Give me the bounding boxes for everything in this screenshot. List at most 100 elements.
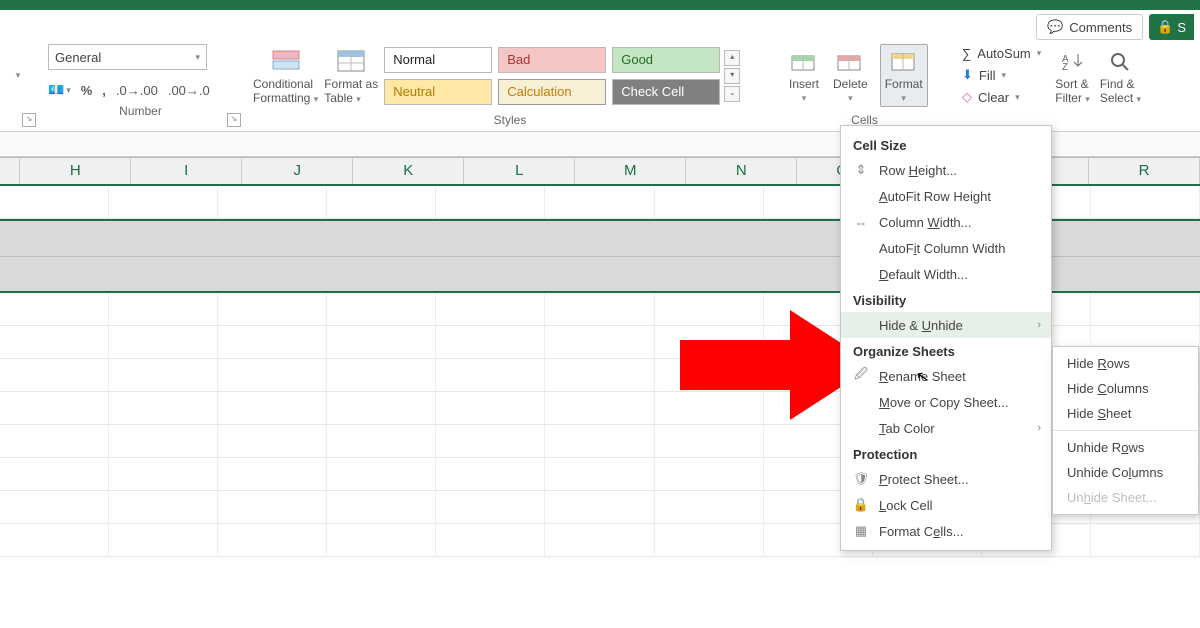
style-calculation[interactable]: Calculation — [498, 79, 606, 105]
col-header[interactable]: N — [686, 158, 797, 184]
styles-expand[interactable]: ⌄ — [724, 86, 740, 102]
increase-decimal-icon[interactable]: .0→.00 — [116, 83, 158, 98]
title-bar-strip — [0, 0, 1200, 10]
insert-cells-icon — [787, 47, 821, 75]
insert-button[interactable]: Insert▾ — [787, 47, 821, 104]
menu-lock-cell[interactable]: 🔒Lock Cell — [841, 492, 1051, 518]
style-neutral[interactable]: Neutral — [384, 79, 492, 105]
submenu-hide-sheet[interactable]: Hide Sheet — [1053, 401, 1198, 426]
group-label-number: Number — [48, 98, 233, 118]
format-dropdown-menu: Cell Size ⇕Row Height... AutoFit Row Hei… — [840, 125, 1052, 551]
group-number: General ▾ 💶▾ % , .0→.00 .00→.0 Number ↘ — [38, 42, 243, 131]
delete-button[interactable]: Delete▾ — [833, 47, 868, 104]
ribbon-overflow-icon[interactable]: ▾ — [16, 70, 21, 81]
cell-styles-gallery[interactable]: Normal Bad Good Neutral Calculation Chec… — [384, 47, 720, 105]
group-styles: ConditionalFormatting ▾ Format asTable ▾… — [243, 42, 777, 131]
chevron-down-icon: ▾ — [195, 52, 200, 63]
style-bad[interactable]: Bad — [498, 47, 606, 73]
menu-heading-protection: Protection — [841, 441, 1051, 466]
col-header[interactable]: R — [1089, 158, 1200, 184]
format-cells-icon — [887, 47, 921, 75]
menu-column-width[interactable]: ⇔Column Width... — [841, 209, 1051, 235]
submenu-unhide-rows[interactable]: Unhide Rows — [1053, 435, 1198, 460]
menu-rename-sheet[interactable]: 🖉Rename Sheet — [841, 363, 1051, 389]
group-editing: ∑AutoSum ▾ ⬇Fill ▾ ◇Clear ▾ AZ Sort &Fil… — [952, 42, 1192, 131]
delete-cells-icon — [833, 47, 867, 75]
menu-move-copy[interactable]: Move or Copy Sheet... — [841, 389, 1051, 415]
col-width-icon: ⇔ — [853, 214, 869, 230]
share-icon: 🔒 — [1157, 19, 1173, 35]
hide-unhide-submenu: Hide Rows Hide Columns Hide Sheet Unhide… — [1052, 346, 1199, 515]
comment-icon: 💬 — [1047, 19, 1063, 35]
group-label-styles: Styles — [253, 107, 767, 127]
title-row: 💬 Comments 🔒 S — [0, 10, 1200, 40]
accounting-format-icon[interactable]: 💶▾ — [48, 82, 71, 98]
menu-row-height[interactable]: ⇕Row Height... — [841, 157, 1051, 183]
number-format-select[interactable]: General ▾ — [48, 44, 207, 70]
chevron-right-icon: › — [1037, 319, 1041, 331]
percent-style-icon[interactable]: % — [81, 83, 93, 98]
col-header[interactable]: M — [575, 158, 686, 184]
group-cells: Insert▾ Delete▾ Format▾ Cells — [777, 42, 952, 131]
sort-filter-button[interactable]: AZ Sort &Filter ▾ — [1055, 47, 1090, 105]
number-dialog-launcher[interactable]: ↘ — [227, 113, 241, 127]
eraser-icon: ◇ — [962, 89, 972, 105]
menu-autofit-col[interactable]: AutoFit Column Width — [841, 235, 1051, 261]
dialog-launcher[interactable]: ↘ — [22, 113, 36, 127]
fill-button[interactable]: ⬇Fill ▾ — [962, 67, 1041, 83]
share-button[interactable]: 🔒 S — [1149, 14, 1194, 40]
group-label-cells: Cells — [787, 107, 942, 127]
sort-filter-icon: AZ — [1056, 47, 1090, 75]
menu-heading-visibility: Visibility — [841, 287, 1051, 312]
col-header[interactable]: I — [131, 158, 242, 184]
find-select-button[interactable]: Find &Select ▾ — [1100, 47, 1141, 105]
format-cells-dialog-icon: ▦ — [853, 523, 869, 539]
clear-button[interactable]: ◇Clear ▾ — [962, 89, 1041, 105]
col-header[interactable]: L — [464, 158, 575, 184]
format-as-table-icon — [334, 47, 368, 75]
svg-text:Z: Z — [1062, 62, 1068, 72]
format-button[interactable]: Format▾ — [880, 44, 928, 107]
autosum-button[interactable]: ∑AutoSum ▾ — [962, 46, 1041, 61]
submenu-hide-columns[interactable]: Hide Columns — [1053, 376, 1198, 401]
submenu-hide-rows[interactable]: Hide Rows — [1053, 351, 1198, 376]
styles-scroll-up[interactable]: ▴ — [724, 50, 740, 66]
protect-icon: 🛡 — [853, 471, 869, 487]
format-as-table-label: Format asTable ▾ — [324, 77, 378, 105]
sigma-icon: ∑ — [962, 46, 971, 61]
style-normal[interactable]: Normal — [384, 47, 492, 73]
style-good[interactable]: Good — [612, 47, 720, 73]
menu-autofit-row[interactable]: AutoFit Row Height — [841, 183, 1051, 209]
lock-icon: 🔒 — [853, 497, 869, 513]
styles-scroll-down[interactable]: ▾ — [724, 68, 740, 84]
menu-hide-unhide[interactable]: Hide & Unhide› — [841, 312, 1051, 338]
decrease-decimal-icon[interactable]: .00→.0 — [168, 83, 210, 98]
fill-down-icon: ⬇ — [962, 67, 973, 83]
comments-button[interactable]: 💬 Comments — [1036, 14, 1143, 40]
col-header[interactable]: H — [20, 158, 131, 184]
comments-label: Comments — [1069, 20, 1132, 35]
menu-heading-cell-size: Cell Size — [841, 132, 1051, 157]
style-check-cell[interactable]: Check Cell — [612, 79, 720, 105]
format-as-table-button[interactable]: Format asTable ▾ — [324, 47, 378, 105]
comma-style-icon[interactable]: , — [102, 83, 106, 98]
submenu-unhide-columns[interactable]: Unhide Columns — [1053, 460, 1198, 485]
submenu-unhide-sheet: Unhide Sheet... — [1053, 485, 1198, 510]
number-format-value: General — [55, 50, 101, 65]
chevron-right-icon: › — [1037, 422, 1041, 434]
conditional-formatting-button[interactable]: ConditionalFormatting ▾ — [253, 47, 318, 105]
rename-icon: 🖉 — [853, 368, 869, 384]
menu-protect-sheet[interactable]: 🛡Protect Sheet... — [841, 466, 1051, 492]
row-height-icon: ⇕ — [853, 162, 869, 178]
menu-heading-organize: Organize Sheets — [841, 338, 1051, 363]
find-select-icon — [1103, 47, 1137, 75]
menu-default-width[interactable]: Default Width... — [841, 261, 1051, 287]
ribbon: ▾ ↘ General ▾ 💶▾ % , .0→.00 .00→.0 Numbe… — [0, 40, 1200, 132]
col-header[interactable]: J — [242, 158, 353, 184]
conditional-formatting-icon — [269, 47, 303, 75]
conditional-formatting-label: ConditionalFormatting ▾ — [253, 77, 318, 105]
share-label: S — [1177, 20, 1186, 35]
menu-tab-color[interactable]: Tab Color› — [841, 415, 1051, 441]
col-header[interactable]: K — [353, 158, 464, 184]
menu-format-cells[interactable]: ▦Format Cells... — [841, 518, 1051, 544]
